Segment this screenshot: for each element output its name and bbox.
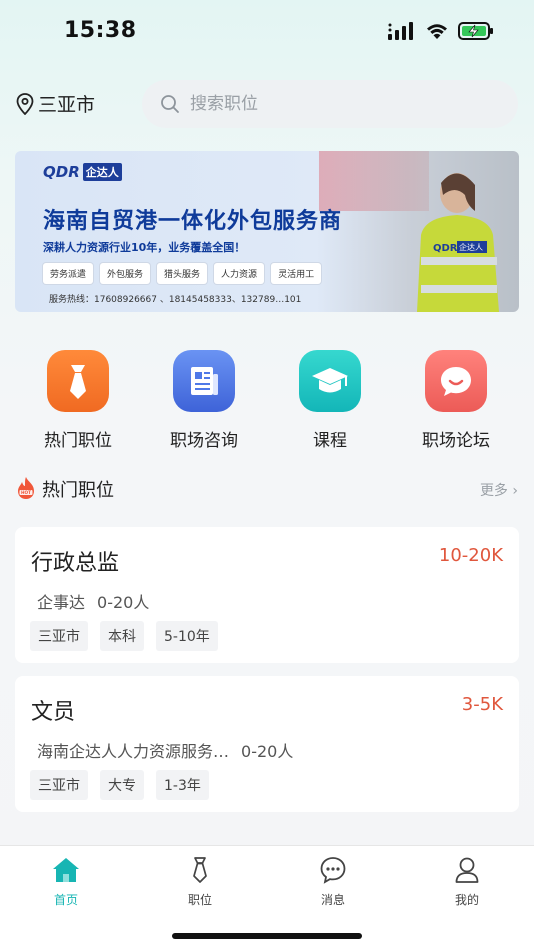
hot-flame-icon: HOT [18,477,34,499]
tab-label: 消息 [320,893,345,907]
banner-service-tag: 猎头服务 [157,263,208,284]
status-icons [388,22,494,40]
tie-icon [47,350,109,412]
home-indicator [172,933,362,939]
banner-service-tag: 灵活用工 [271,263,322,284]
banner-logo-name: 企达人 [82,163,122,181]
category-label: 课程 [313,431,347,451]
job-title: 文员 [31,700,76,725]
job-tag: 三亚市 [30,770,88,800]
job-card[interactable]: 文员 3-5K 海南企达人人力资源服务… 0-20人 三亚市 大专 1-3年 [15,676,519,812]
job-company-info: 海南企达人人力资源服务… 0-20人 [37,738,293,762]
job-tag: 大专 [100,770,144,800]
tab-messages[interactable]: 消息 [293,856,373,908]
job-salary: 3-5K [461,694,503,715]
category-career-consulting[interactable]: 职场咨询 [154,350,254,451]
tab-jobs[interactable]: 职位 [160,856,240,908]
message-icon [320,857,346,884]
news-icon [173,350,235,412]
category-forum[interactable]: 职场论坛 [406,350,506,451]
promo-banner[interactable]: QDR 企达人 海南自贸港一体化外包服务商 深耕人力资源行业10年，业务覆盖全国… [15,151,519,312]
job-tag: 1-3年 [156,770,209,800]
job-card[interactable]: 行政总监 10-20K 企事达 0-20人 三亚市 本科 5-10年 [15,527,519,663]
svg-text:企达人: 企达人 [459,242,483,252]
search-input[interactable] [190,94,490,114]
company-size: 0-20人 [97,593,150,612]
banner-service-tag: 外包服务 [100,263,151,284]
category-label: 职场论坛 [422,431,490,451]
graduation-cap-icon [299,350,361,412]
category-label: 职场咨询 [170,431,238,451]
company-size: 0-20人 [241,742,294,761]
category-hot-jobs[interactable]: 热门职位 [28,350,128,451]
banner-service-tags: 劳务派遣 外包服务 猎头服务 人力资源 灵活用工 [43,263,322,284]
job-tag: 5-10年 [156,621,218,651]
status-bar: 15:38 [0,0,534,64]
job-salary: 10-20K [438,545,503,566]
banner-tagline: 深耕人力资源行业10年，业务覆盖全国！ [43,241,246,254]
hot-jobs-section-header: HOT 热门职位 更多 › [16,474,518,502]
tab-home[interactable]: 首页 [26,856,106,908]
svg-text:QDR: QDR [433,243,458,254]
location-label: 三亚市 [38,94,96,116]
tab-label: 职位 [187,893,212,907]
job-tag: 三亚市 [30,621,88,651]
job-tags: 三亚市 本科 5-10年 [30,621,218,651]
job-title: 行政总监 [31,551,120,576]
banner-logo-mark: QDR [43,163,80,181]
search-bar[interactable] [142,80,518,128]
battery-charging-icon [458,22,493,40]
banner-service-tag: 劳务派遣 [43,263,94,284]
location-selector[interactable]: 三亚市 [16,90,95,117]
company-name: 海南企达人人力资源服务… [37,742,230,761]
category-label: 热门职位 [44,431,112,451]
job-tags: 三亚市 大专 1-3年 [30,770,209,800]
banner-title: 海南自贸港一体化外包服务商 [43,209,343,234]
category-shortcuts: 热门职位 职场咨询 课程 职场论坛 [0,350,534,451]
banner-logo: QDR 企达人 [43,163,122,181]
tie-icon [193,857,207,883]
tab-profile[interactable]: 我的 [427,856,507,908]
location-pin-icon [16,92,34,115]
job-company-info: 企事达 0-20人 [37,589,149,613]
section-title: 热门职位 [42,480,114,501]
search-icon [161,95,179,113]
home-icon [53,858,79,882]
job-tag: 本科 [100,621,144,651]
worker-illustration: QDR 企达人 [417,173,499,312]
more-link[interactable]: 更多 › [480,480,518,500]
svg-text:HOT: HOT [21,490,31,495]
signal-icon [388,22,413,40]
wifi-icon [427,23,447,39]
banner-service-tag: 人力资源 [214,263,265,284]
company-name: 企事达 [37,593,86,612]
chat-bubble-icon [425,350,487,412]
category-courses[interactable]: 课程 [280,350,380,451]
tab-label: 首页 [53,893,78,907]
status-time: 15:38 [64,18,137,43]
header: 三亚市 [0,80,534,128]
user-icon [455,857,479,883]
banner-hotline: 服务热线：17608926667 、18145458333、13278​9…​1… [49,295,302,305]
tab-label: 我的 [454,893,479,907]
